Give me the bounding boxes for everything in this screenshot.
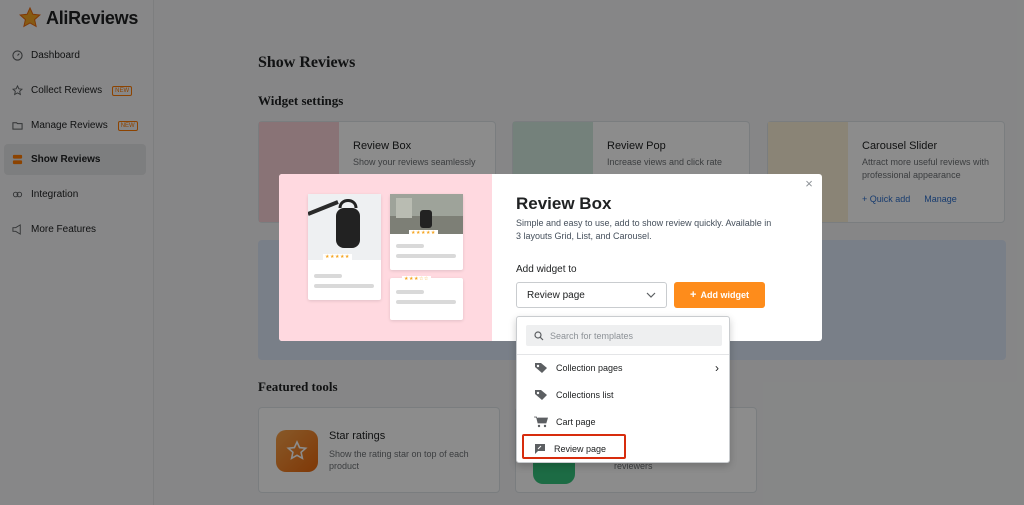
review-icon bbox=[535, 444, 545, 454]
mock-review-card: ★★★☆☆ bbox=[390, 276, 463, 320]
tags-icon bbox=[535, 390, 547, 400]
close-icon[interactable]: × bbox=[802, 177, 816, 191]
dropdown-item-collection-pages[interactable]: Collection pages › bbox=[517, 355, 729, 381]
mock-stars: ★★★☆☆ bbox=[402, 276, 431, 282]
plus-icon: + bbox=[690, 289, 697, 301]
search-icon bbox=[534, 330, 544, 340]
add-widget-button[interactable]: + Add widget bbox=[674, 282, 765, 308]
mock-review-card: ★★★★★ bbox=[307, 194, 381, 300]
chevron-down-icon bbox=[646, 292, 656, 298]
mock-text-line bbox=[396, 290, 424, 294]
mock-text-line bbox=[396, 300, 456, 304]
page-select[interactable]: Review page bbox=[516, 282, 667, 308]
cart-icon bbox=[534, 416, 548, 428]
add-widget-to-label: Add widget to bbox=[516, 264, 577, 275]
tag-icon bbox=[535, 363, 547, 373]
select-value: Review page bbox=[527, 289, 585, 301]
mock-stars: ★★★★★ bbox=[409, 230, 438, 236]
dropdown-item-label: Collection pages bbox=[556, 363, 623, 373]
mock-text-line bbox=[314, 284, 374, 288]
dropdown-item-label: Review page bbox=[554, 444, 607, 454]
mock-text-line bbox=[396, 244, 424, 248]
modal-description: Simple and easy to use, add to show revi… bbox=[516, 218, 772, 241]
add-widget-label: Add widget bbox=[700, 290, 749, 300]
dropdown-item-review-page[interactable]: Review page bbox=[517, 436, 729, 462]
dropdown-item-collections-list[interactable]: Collections list bbox=[517, 382, 729, 408]
mock-review-card: ★★★★★ bbox=[390, 194, 463, 270]
mock-text-line bbox=[314, 274, 342, 278]
dropdown-item-label: Collections list bbox=[556, 390, 614, 400]
chevron-right-icon: › bbox=[715, 361, 719, 375]
template-search-input[interactable] bbox=[550, 330, 720, 341]
dropdown-item-cart-page[interactable]: Cart page bbox=[517, 409, 729, 435]
modal-title: Review Box bbox=[516, 194, 612, 213]
mock-stars: ★★★★★ bbox=[323, 254, 352, 260]
mock-product-image bbox=[307, 194, 381, 260]
template-search[interactable] bbox=[526, 325, 722, 346]
dropdown-item-label: Cart page bbox=[556, 417, 596, 427]
mock-product-image bbox=[390, 194, 463, 234]
modal-illustration: ★★★★★ ★★★★★ ★★★☆☆ bbox=[279, 174, 492, 341]
mock-text-line bbox=[396, 254, 456, 258]
template-dropdown: Collection pages › Collections list Cart… bbox=[516, 316, 730, 463]
